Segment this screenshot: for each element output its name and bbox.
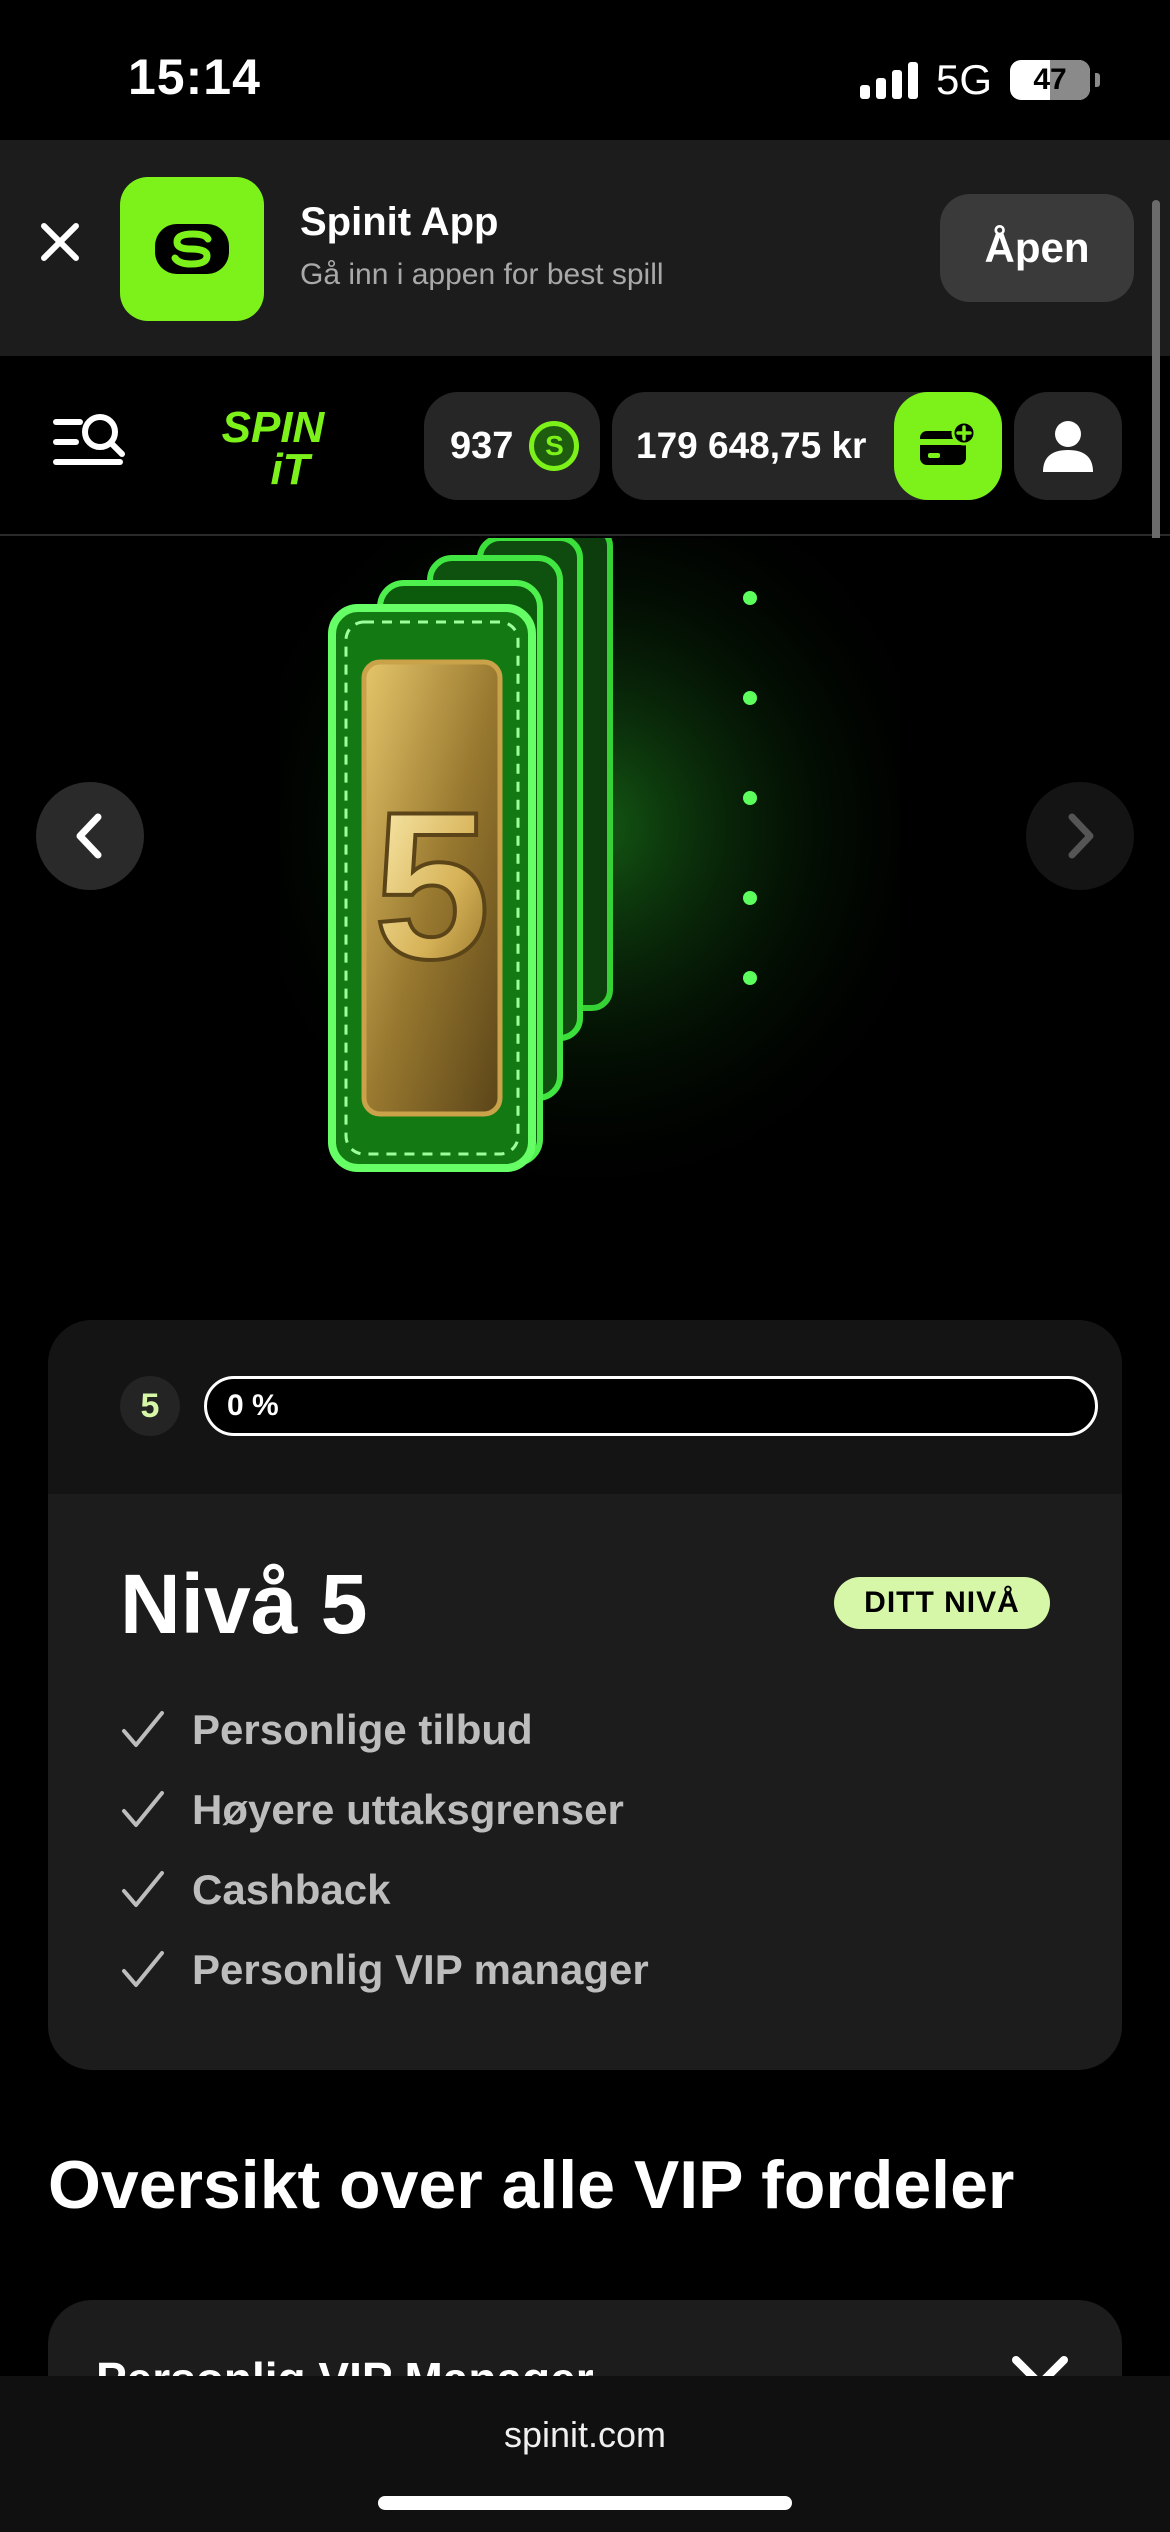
app-icon xyxy=(120,177,264,321)
vip-overview-title: Oversikt over alle VIP fordeler xyxy=(48,2147,1015,2223)
chevron-right-icon xyxy=(1068,813,1094,859)
user-icon xyxy=(1043,421,1093,472)
benefit-item: Høyere uttaksgrenser xyxy=(120,1770,649,1850)
level-card-illustration: 5 xyxy=(280,538,900,1178)
browser-address-bar: spinit.com xyxy=(0,2376,1170,2532)
balance-value: 179 648,75 kr xyxy=(636,425,867,466)
level-hero-carousel: 5 xyxy=(0,538,1170,1298)
hero-level-number: 5 xyxy=(374,768,491,1003)
signal-icon xyxy=(859,61,918,99)
benefit-item: Personlige tilbud xyxy=(120,1690,649,1770)
check-icon xyxy=(120,1705,170,1755)
level-title: Nivå 5 xyxy=(120,1557,368,1651)
check-icon xyxy=(120,1865,170,1915)
coin-icon: S xyxy=(529,421,580,471)
benefit-label: Personlig VIP manager xyxy=(192,1946,649,1993)
network-label: 5G xyxy=(935,56,992,103)
account-button[interactable] xyxy=(1014,392,1122,500)
coins-pill[interactable]: 937 S xyxy=(424,392,600,500)
benefit-label: Personlige tilbud xyxy=(192,1706,533,1753)
open-app-button[interactable]: Åpen xyxy=(940,194,1134,302)
your-level-badge: DITT NIVÅ xyxy=(834,1577,1050,1629)
spinit-logo[interactable]: SPIN iT xyxy=(190,403,356,494)
battery-icon: 47 xyxy=(1010,60,1100,100)
site-header: SPIN iT 937 S 179 648,75 kr xyxy=(0,356,1170,536)
status-time: 15:14 xyxy=(128,49,261,105)
level-progress-area: 5 0 % xyxy=(48,1320,1122,1494)
check-icon xyxy=(120,1945,170,1995)
url-text[interactable]: spinit.com xyxy=(0,2414,1170,2456)
app-banner: Spinit App Gå inn i appen for best spill… xyxy=(0,140,1170,356)
level-badge: 5 xyxy=(120,1376,180,1436)
status-indicators: 5G 47 xyxy=(859,56,1100,104)
carousel-next-button[interactable] xyxy=(1026,782,1134,890)
wallet-plus-icon xyxy=(920,421,977,465)
status-bar: 15:14 5G 47 xyxy=(0,0,1170,140)
benefits-list: Personlige tilbud Høyere uttaksgrenser C… xyxy=(120,1690,649,2010)
logo-bottom-text: iT xyxy=(270,445,312,488)
level-card: 5 0 % Nivå 5 DITT NIVÅ Personlige tilbud… xyxy=(48,1320,1122,2070)
banner-app-name: Spinit App xyxy=(300,200,499,244)
menu-search-icon[interactable] xyxy=(50,408,130,478)
chevron-left-icon xyxy=(76,813,102,859)
close-icon[interactable] xyxy=(30,212,90,272)
progress-percent: 0 % xyxy=(227,1389,279,1422)
check-icon xyxy=(120,1785,170,1835)
home-indicator[interactable] xyxy=(378,2496,792,2510)
battery-level: 47 xyxy=(1033,63,1067,96)
benefit-label: Høyere uttaksgrenser xyxy=(192,1786,624,1833)
benefit-label: Cashback xyxy=(192,1866,391,1913)
coins-value: 937 xyxy=(450,424,514,467)
benefit-item: Cashback xyxy=(120,1850,649,1930)
carousel-prev-button[interactable] xyxy=(36,782,144,890)
deposit-button[interactable] xyxy=(894,392,1002,500)
level-progress-bar: 0 % xyxy=(204,1376,1098,1436)
benefit-item: Personlig VIP manager xyxy=(120,1930,649,2010)
banner-subtitle: Gå inn i appen for best spill xyxy=(300,258,664,291)
